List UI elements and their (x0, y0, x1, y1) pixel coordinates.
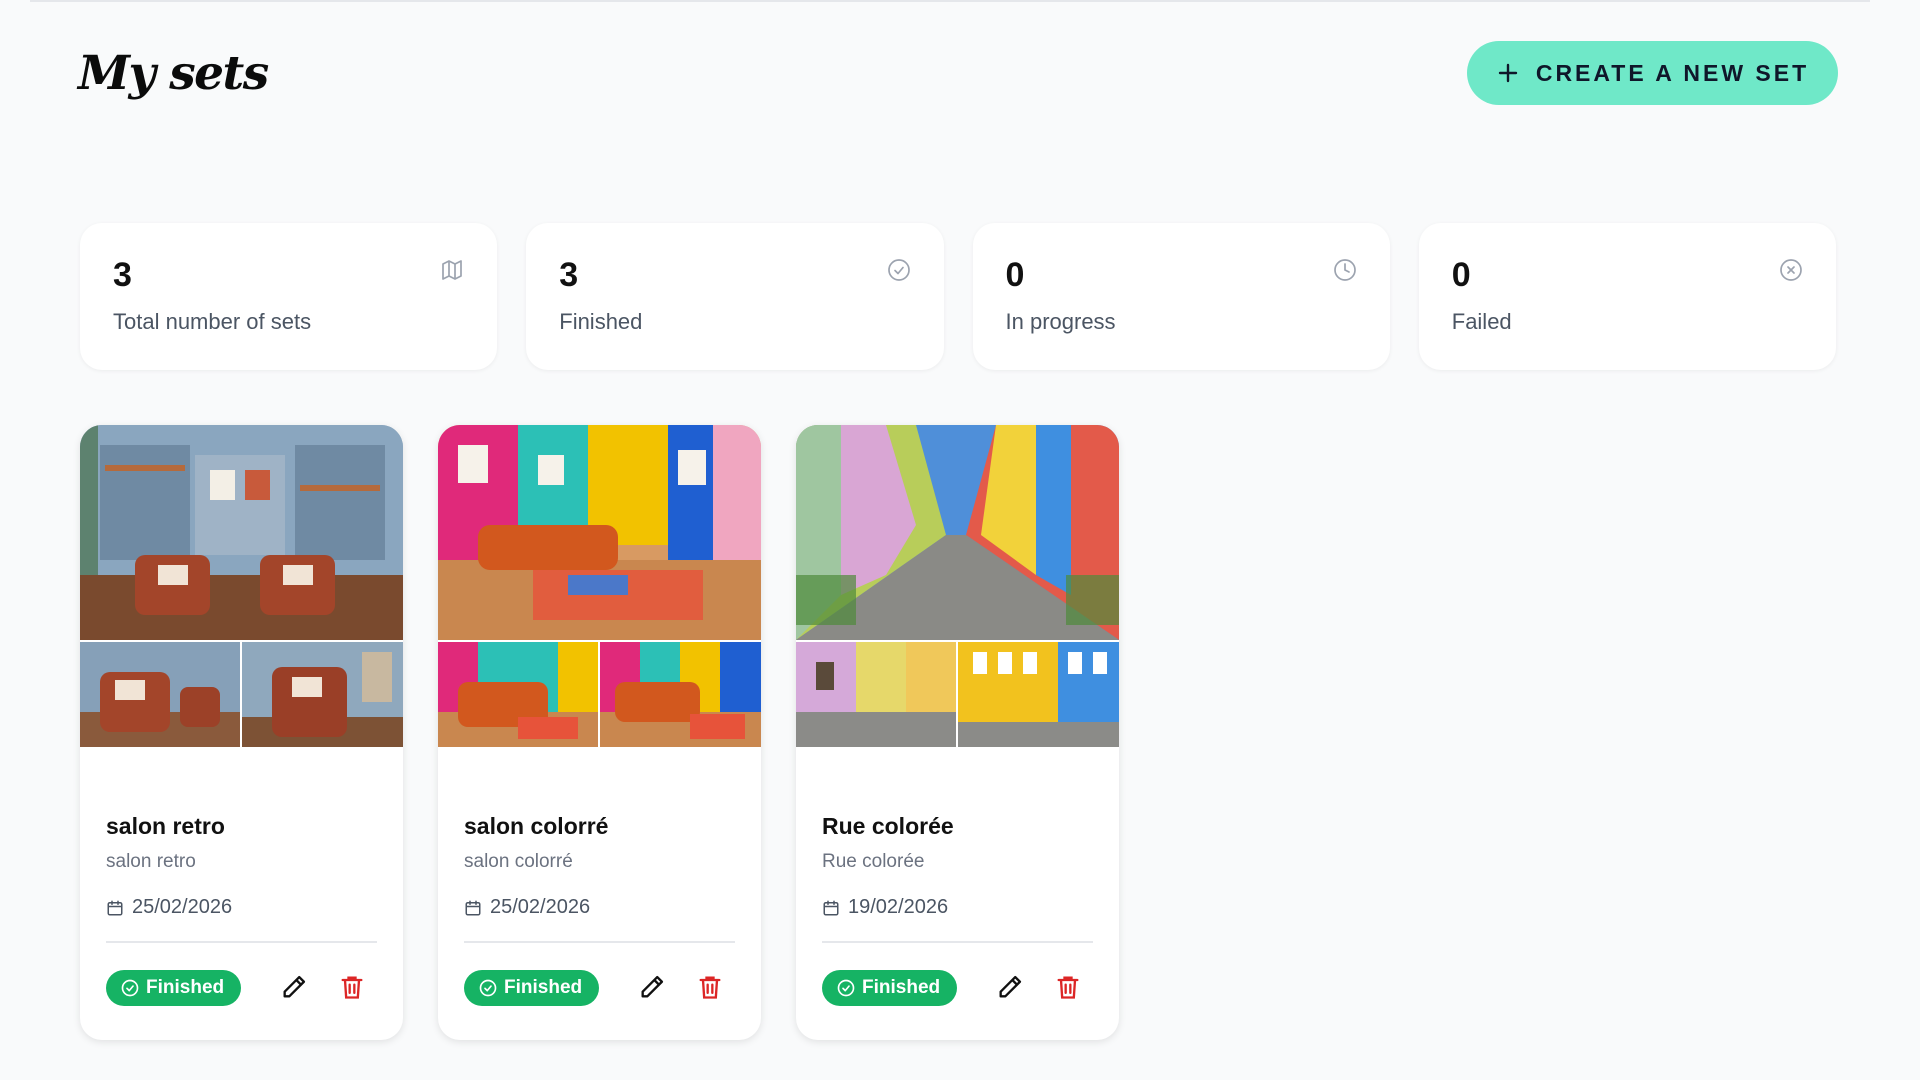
stat-label: Finished (559, 309, 643, 334)
delete-set-button[interactable] (1052, 972, 1084, 1004)
card-divider (106, 941, 377, 943)
pencil-icon (283, 975, 306, 997)
create-new-set-button[interactable]: CREATE A NEW SET (1467, 41, 1838, 105)
pencil-icon (641, 975, 664, 997)
set-description: salon retro (106, 851, 196, 872)
check-circle-icon (479, 979, 497, 997)
calendar-icon (823, 900, 839, 915)
check-circle-icon (121, 979, 139, 997)
stat-label: Total number of sets (113, 309, 312, 334)
trash-icon (699, 976, 721, 999)
thumbnail-main-image (80, 425, 403, 640)
thumbnail-secondary-image (80, 642, 240, 747)
set-date-text: 25/02/2026 (490, 896, 591, 918)
set-date: 19/02/2026 (822, 896, 948, 919)
set-name: Rue colorée (822, 813, 954, 839)
thumbnail-main-image (796, 425, 1119, 640)
stats-row: 3 Total number of sets 3 Finished 0 In p… (80, 223, 1836, 370)
edit-set-button[interactable] (994, 972, 1026, 1004)
stat-card-finished: 3 Finished (526, 223, 944, 370)
create-new-set-label: CREATE A NEW SET (1535, 59, 1810, 86)
thumbnail-secondary-image (600, 642, 761, 747)
stat-value: 0 (1451, 256, 1471, 294)
check-circle-icon (887, 259, 910, 281)
x-circle-icon (1780, 259, 1802, 281)
stat-value: 0 (1005, 256, 1025, 294)
set-thumbnail[interactable] (80, 425, 403, 747)
set-description: Rue colorée (822, 851, 925, 872)
set-card[interactable]: salon colorré salon colorré 25/02/2026 F… (438, 425, 761, 1040)
plus-icon (1498, 63, 1518, 83)
thumbnail-secondary-image (958, 642, 1119, 747)
thumbnail-main-image (438, 425, 761, 640)
page-title: My sets (78, 46, 269, 101)
set-description: salon colorré (464, 851, 573, 872)
set-card[interactable]: Rue colorée Rue colorée 19/02/2026 Finis… (796, 425, 1119, 1040)
calendar-icon (107, 900, 123, 915)
thumbnail-secondary-image (796, 642, 956, 747)
set-thumbnail[interactable] (438, 425, 761, 747)
set-card[interactable]: salon retro salon retro 25/02/2026 Finis… (80, 425, 403, 1040)
delete-set-button[interactable] (694, 972, 726, 1004)
status-badge-label: Finished (862, 977, 941, 998)
status-badge: Finished (106, 970, 242, 1006)
trash-icon (341, 976, 363, 999)
top-divider (30, 0, 1870, 2)
stat-label: In progress (1005, 309, 1116, 334)
stat-card-total: 3 Total number of sets (80, 223, 498, 370)
stat-card-in-progress: 0 In progress (972, 223, 1390, 370)
card-divider (464, 941, 735, 943)
set-date: 25/02/2026 (106, 896, 232, 919)
status-badge-label: Finished (504, 977, 583, 998)
map-icon (442, 260, 463, 280)
edit-set-button[interactable] (636, 972, 668, 1004)
stat-card-failed: 0 Failed (1418, 223, 1836, 370)
set-name: salon retro (106, 813, 225, 839)
status-badge: Finished (464, 970, 600, 1006)
sets-grid: salon retro salon retro 25/02/2026 Finis… (80, 425, 1119, 1040)
stat-value: 3 (113, 256, 132, 294)
calendar-icon (465, 900, 481, 915)
thumbnail-secondary-image (438, 642, 598, 747)
pencil-icon (999, 975, 1022, 997)
set-date-text: 19/02/2026 (848, 896, 949, 918)
trash-icon (1057, 976, 1079, 999)
stat-value: 3 (559, 256, 579, 294)
thumbnail-secondary-image (242, 642, 403, 747)
set-date: 25/02/2026 (464, 896, 590, 919)
set-date-text: 25/02/2026 (132, 896, 233, 918)
card-divider (822, 941, 1093, 943)
status-badge: Finished (822, 970, 958, 1006)
edit-set-button[interactable] (278, 972, 310, 1004)
delete-set-button[interactable] (336, 972, 368, 1004)
set-thumbnail[interactable] (796, 425, 1119, 747)
stat-label: Failed (1451, 309, 1512, 334)
check-circle-icon (837, 979, 855, 997)
set-name: salon colorré (464, 813, 609, 839)
status-badge-label: Finished (146, 977, 225, 998)
clock-icon (1333, 259, 1356, 281)
